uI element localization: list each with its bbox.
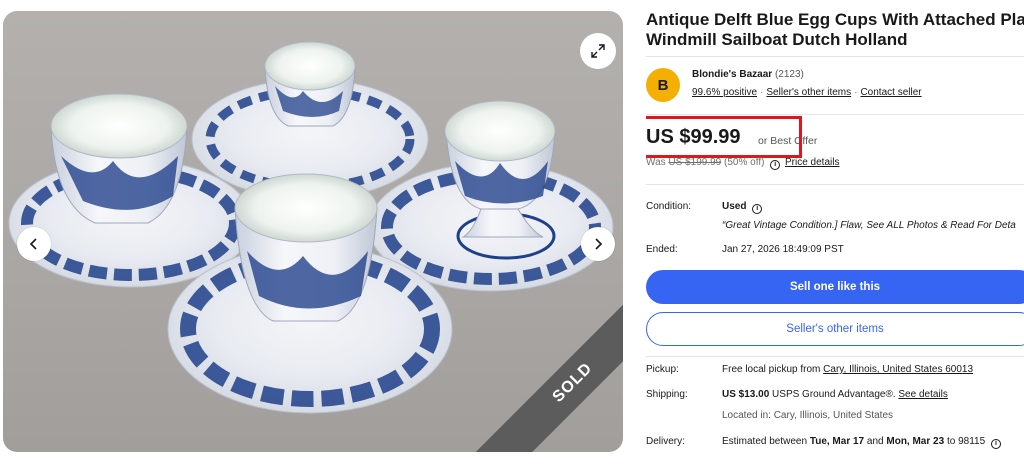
expand-icon [591, 44, 605, 58]
condition-info-icon[interactable]: i [752, 204, 763, 214]
delivery-suffix: to 98115 [946, 436, 986, 447]
delivery-end-date: Mon, Mar 23 [886, 436, 945, 447]
ended-label: Ended: [646, 244, 678, 255]
shipping-value: US $13.00 USPS Ground Advantage®. See de… [722, 389, 948, 400]
pickup-location-link[interactable]: Cary, Illinois, United States 60013 [823, 364, 973, 375]
expand-image-button[interactable] [580, 33, 616, 69]
delivery-prefix: Estimated between [722, 436, 808, 447]
condition-text: Used [722, 201, 747, 212]
price-details-link[interactable]: Price details [785, 157, 839, 168]
divider [646, 356, 1024, 357]
chevron-left-icon [29, 238, 37, 250]
shipping-service: USPS Ground Advantage®. [772, 389, 896, 400]
shipping-label: Shipping: [646, 389, 688, 400]
divider [646, 56, 1024, 57]
was-price: US $199.99 [668, 157, 722, 168]
item-title-line-2: Windmill Sailboat Dutch Holland [646, 30, 908, 49]
delivery-label: Delivery: [646, 436, 685, 447]
delivery-start-date: Tue, Mar 17 [809, 436, 865, 447]
seller-avatar[interactable]: B [646, 68, 680, 102]
ended-date: Jan 27, 2026 18:49:09 PST [722, 244, 844, 255]
item-info-panel: Antique Delft Blue Egg Cups With Attache… [646, 0, 1024, 467]
pickup-label: Pickup: [646, 364, 679, 375]
item-photo [8, 41, 614, 414]
shipping-see-details-link[interactable]: See details [898, 389, 947, 400]
sell-one-like-this-button[interactable]: Sell one like this [646, 270, 1024, 304]
previous-image-button[interactable] [17, 227, 51, 261]
delivery-info-icon[interactable]: i [990, 439, 1001, 449]
item-title: Antique Delft Blue Egg Cups With Attache… [646, 10, 1024, 50]
price-highlight-box [646, 116, 802, 158]
item-location: Located in: Cary, Illinois, United State… [722, 410, 894, 421]
condition-description: “Great Vintage Condition.] Flaw, See ALL… [722, 220, 1016, 231]
discount-percent: (50% off) [724, 157, 765, 168]
was-prefix: Was [646, 157, 666, 168]
contact-seller-link[interactable]: Contact seller [860, 87, 921, 98]
condition-value: Used i [722, 201, 764, 214]
sellers-other-items-button[interactable]: Seller's other items [646, 312, 1024, 346]
next-image-button[interactable] [581, 227, 615, 261]
condition-label: Condition: [646, 201, 692, 212]
seller-name[interactable]: Blondie's Bazaar [692, 69, 772, 80]
divider [646, 184, 1024, 185]
seller-other-items-link[interactable]: Seller's other items [766, 87, 851, 98]
was-price-line: Was US $199.99 (50% off) i Price details [646, 157, 839, 170]
pickup-prefix: Free local pickup from [722, 364, 821, 375]
delivery-value: Estimated between Tue, Mar 17 and Mon, M… [722, 436, 1003, 449]
divider [646, 114, 1024, 115]
pickup-value: Free local pickup from Cary, Illinois, U… [722, 364, 973, 375]
item-image-gallery[interactable]: SOLD [3, 11, 623, 452]
chevron-right-icon [595, 238, 603, 250]
seller-name-line: Blondie's Bazaar (2123) [692, 69, 804, 80]
seller-links: 99.6% positive · Seller's other items · Cont… [692, 87, 922, 98]
shipping-price: US $13.00 [722, 389, 770, 400]
info-icon[interactable]: i [770, 160, 781, 170]
seller-feedback-count: (2123) [774, 69, 804, 80]
item-title-line-1: Antique Delft Blue Egg Cups With Attache… [646, 10, 1024, 29]
delivery-and: and [866, 436, 884, 447]
seller-positive-feedback-link[interactable]: 99.6% positive [692, 87, 757, 98]
